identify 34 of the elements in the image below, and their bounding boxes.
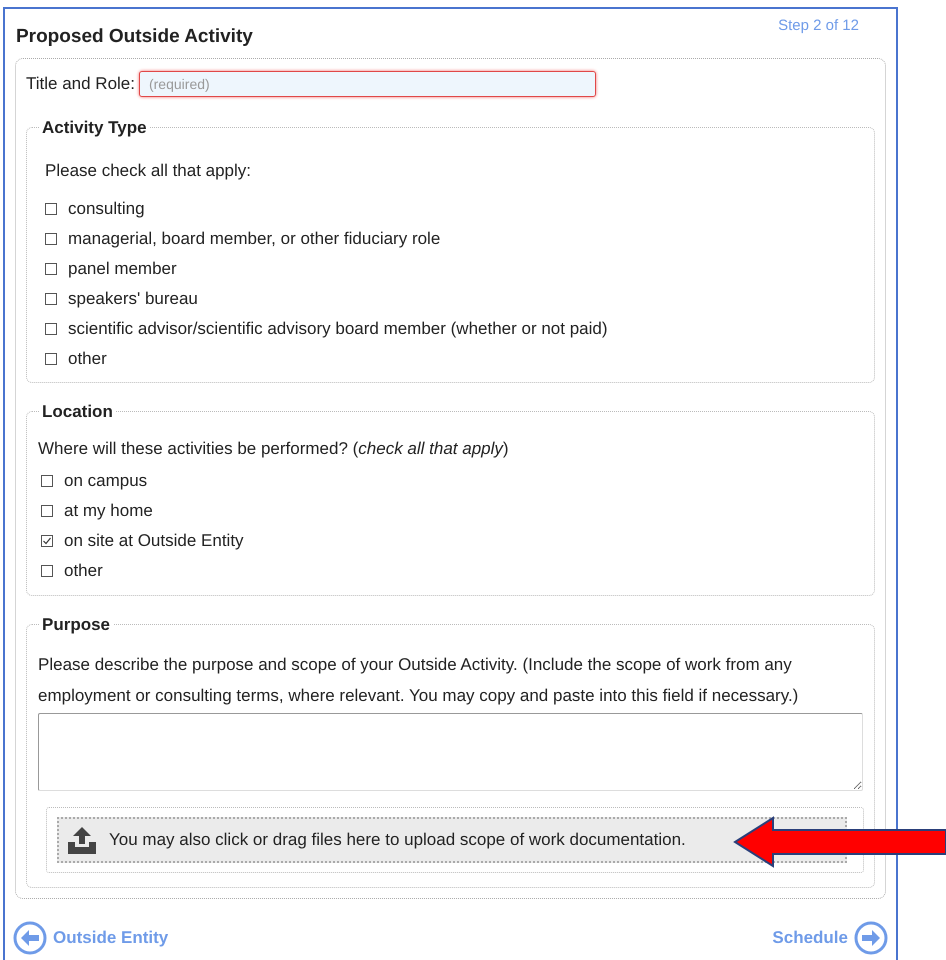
next-link[interactable]: Schedule [772, 921, 888, 955]
checkbox[interactable] [41, 564, 53, 576]
upload-button[interactable]: You may also click or drag files here to upload scope of work documentation. [57, 817, 847, 863]
title-role-input[interactable]: (required) [138, 70, 596, 96]
back-link[interactable]: Outside Entity [13, 921, 168, 955]
checkbox[interactable] [45, 202, 57, 214]
field-label: Title and Role: [26, 72, 135, 95]
section-legend: Activity Type [39, 114, 150, 140]
section-legend: Purpose [39, 612, 114, 637]
checkbox[interactable] [41, 474, 53, 486]
option-label: other [68, 348, 107, 370]
instruction-text: Please check all that apply: [45, 160, 252, 182]
option-label: other [64, 560, 103, 582]
option-label: panel member [68, 258, 177, 280]
option-label: managerial, board member, or other fiduciary role [68, 228, 440, 250]
section-legend: Location [39, 398, 116, 424]
page-title: Proposed Outside Activity [16, 25, 253, 49]
checkbox[interactable] [45, 232, 57, 244]
checkbox[interactable] [45, 292, 57, 304]
option-label: on campus [64, 470, 148, 492]
checkbox[interactable] [45, 262, 57, 274]
option-label: speakers' bureau [68, 288, 198, 310]
option-label: at my home [64, 500, 153, 522]
option-label: scientific advisor/scientific advisory board member (whether or not paid) [68, 318, 608, 340]
checkbox[interactable] [41, 504, 53, 516]
checkbox[interactable] [45, 322, 57, 334]
checkbox[interactable] [41, 534, 53, 546]
step-indicator: Step 2 of 12 [778, 16, 859, 36]
upload-icon [67, 825, 97, 855]
option-label: on site at Outside Entity [64, 530, 244, 552]
checkbox[interactable] [45, 352, 57, 364]
option-label: consulting [68, 198, 145, 220]
instruction-text: Please describe the purpose and scope of your Outside Activity. (Include the scope of work from any employment or consulting terms, where relevant. You may copy and paste into this field if necessary.) [38, 654, 800, 707]
instruction-text: Where will these activities be performed? (check all that apply) [38, 438, 510, 460]
